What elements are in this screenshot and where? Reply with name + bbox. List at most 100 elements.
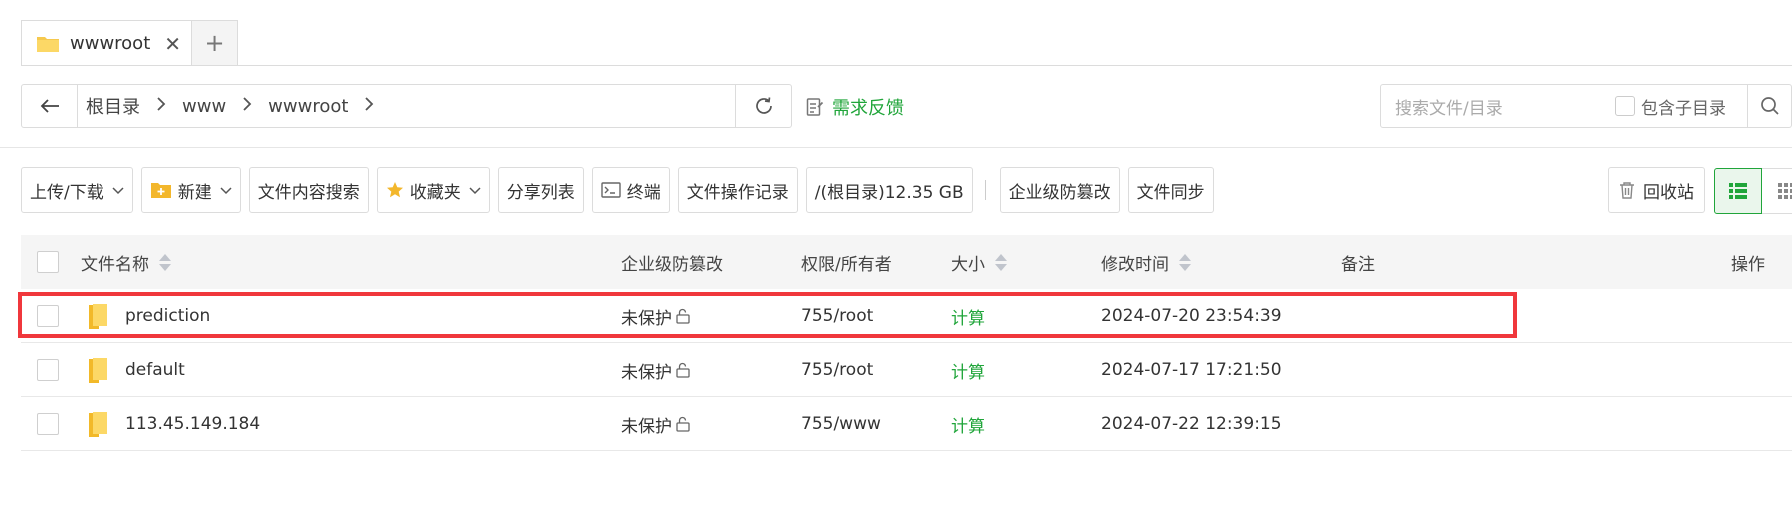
favorites-label: 收藏夹 — [409, 182, 461, 203]
row-checkbox[interactable] — [37, 359, 59, 381]
col-size[interactable]: 大小 — [951, 235, 1007, 289]
calc-size-link[interactable]: 计算 — [951, 397, 985, 451]
table-row[interactable]: 113.45.149.184 未保护 755/www 计算 2024-07-22… — [21, 397, 1792, 451]
row-checkbox[interactable] — [37, 413, 59, 435]
tamper-proof-button[interactable]: 企业级防篡改 — [999, 167, 1120, 213]
tamper-label: 未保护 — [621, 362, 672, 383]
share-list-button[interactable]: 分享列表 — [497, 167, 584, 213]
tab-bar: wwwroot ✕ + — [21, 20, 239, 66]
chevron-down-icon — [469, 180, 481, 200]
tamper-status[interactable]: 未保护 — [621, 343, 691, 397]
file-sync-button[interactable]: 文件同步 — [1127, 167, 1214, 213]
unlock-icon — [675, 362, 691, 378]
include-subdir-label: 包含子目录 — [1641, 98, 1726, 119]
col-note: 备注 — [1341, 254, 1375, 275]
calc-size-link[interactable]: 计算 — [951, 289, 985, 343]
select-all-checkbox[interactable] — [37, 251, 59, 273]
col-name-label: 文件名称 — [81, 254, 149, 275]
disk-usage-button[interactable]: /(根目录)12.35 GB — [805, 167, 973, 213]
select-all-cell — [37, 235, 59, 289]
new-label: 新建 — [177, 182, 212, 203]
folder-icon — [87, 397, 109, 451]
crumb-label: wwwroot — [268, 95, 349, 117]
tab-label: wwwroot — [70, 33, 151, 54]
chevron-right-icon — [364, 96, 374, 117]
crumb-www[interactable]: www — [182, 96, 268, 117]
content-search-button[interactable]: 文件内容搜索 — [248, 167, 369, 213]
tamper-label: 未保护 — [621, 416, 672, 437]
table-row[interactable]: default 未保护 755/root 计算 2024-07-17 17:21… — [21, 343, 1792, 397]
operation-log-button[interactable]: 文件操作记录 — [677, 167, 798, 213]
grid-view-icon — [1777, 183, 1792, 199]
unlock-icon — [675, 416, 691, 432]
upload-download-button[interactable]: 上传/下载 — [21, 167, 133, 213]
list-view-icon — [1729, 183, 1747, 199]
new-button[interactable]: 新建 — [140, 167, 241, 213]
table-row[interactable]: prediction 未保护 755/root 计算 2024-07-20 23… — [21, 289, 1792, 343]
col-mtime-label: 修改时间 — [1101, 254, 1169, 275]
refresh-icon — [755, 97, 772, 114]
search-icon — [1760, 97, 1779, 115]
feedback-link[interactable]: 需求反馈 — [806, 94, 904, 120]
refresh-button[interactable] — [735, 85, 791, 127]
modified-time: 2024-07-20 23:54:39 — [1101, 306, 1282, 326]
col-ops: 操作 — [1731, 254, 1765, 275]
close-icon[interactable]: ✕ — [164, 32, 181, 56]
sort-icon — [995, 253, 1007, 271]
include-subdir-option[interactable]: 包含子目录 — [1615, 94, 1726, 119]
recycle-label: 回收站 — [1643, 182, 1694, 203]
trash-icon — [1620, 182, 1634, 199]
calc-size-link[interactable]: 计算 — [951, 343, 985, 397]
tamper-label: 未保护 — [621, 308, 672, 329]
favorites-button[interactable]: 收藏夹 — [376, 167, 490, 213]
file-name[interactable]: prediction — [125, 289, 210, 343]
permission[interactable]: 755/root — [801, 343, 873, 397]
divider — [0, 147, 1792, 148]
add-tab-button[interactable]: + — [192, 20, 239, 66]
crumb-wwwroot[interactable]: wwwroot — [268, 96, 390, 117]
modified-time: 2024-07-17 17:21:50 — [1101, 360, 1282, 380]
feedback-label: 需求反馈 — [832, 98, 904, 119]
tab-wwwroot[interactable]: wwwroot ✕ — [21, 20, 193, 66]
breadcrumb: 根目录 www wwwroot — [78, 85, 735, 127]
file-search: 搜索文件/目录 包含子目录 — [1380, 84, 1792, 128]
row-checkbox[interactable] — [37, 305, 59, 327]
search-input[interactable]: 搜索文件/目录 — [1381, 94, 1615, 119]
new-folder-icon — [150, 181, 172, 199]
permission[interactable]: 755/root — [801, 289, 873, 343]
path-bar: 根目录 www wwwroot — [21, 84, 792, 128]
permission[interactable]: 755/www — [801, 397, 881, 451]
star-icon — [386, 181, 404, 199]
recycle-bin-button[interactable]: 回收站 — [1608, 167, 1705, 213]
terminal-label: 终端 — [626, 182, 661, 203]
modified-time: 2024-07-22 12:39:15 — [1101, 414, 1282, 434]
folder-icon — [87, 289, 109, 343]
terminal-button[interactable]: 终端 — [591, 167, 670, 213]
back-button[interactable] — [22, 85, 78, 127]
tabs-divider — [21, 65, 1792, 66]
upload-label: 上传/下载 — [30, 182, 104, 203]
sort-icon — [1179, 253, 1191, 271]
crumb-label: 根目录 — [86, 97, 140, 118]
toolbar-separator — [984, 180, 986, 200]
terminal-icon — [601, 182, 621, 198]
chevron-down-icon — [112, 180, 124, 200]
arrow-left-icon — [40, 99, 59, 113]
col-mtime[interactable]: 修改时间 — [1101, 235, 1191, 289]
include-subdir-checkbox[interactable] — [1615, 96, 1635, 116]
file-name[interactable]: 113.45.149.184 — [125, 397, 260, 451]
file-name[interactable]: default — [125, 343, 185, 397]
crumb-root[interactable]: 根目录 — [86, 93, 182, 119]
chevron-right-icon — [242, 96, 252, 117]
grid-view-button[interactable] — [1762, 168, 1792, 214]
list-view-button[interactable] — [1714, 168, 1762, 214]
unlock-icon — [675, 308, 691, 324]
folder-icon — [36, 35, 60, 53]
tamper-status[interactable]: 未保护 — [621, 289, 691, 343]
col-tamper: 企业级防篡改 — [621, 254, 723, 275]
col-name[interactable]: 文件名称 — [81, 235, 171, 289]
tamper-status[interactable]: 未保护 — [621, 397, 691, 451]
edit-note-icon — [806, 98, 824, 116]
search-button[interactable] — [1747, 85, 1791, 127]
sort-icon — [159, 253, 171, 271]
